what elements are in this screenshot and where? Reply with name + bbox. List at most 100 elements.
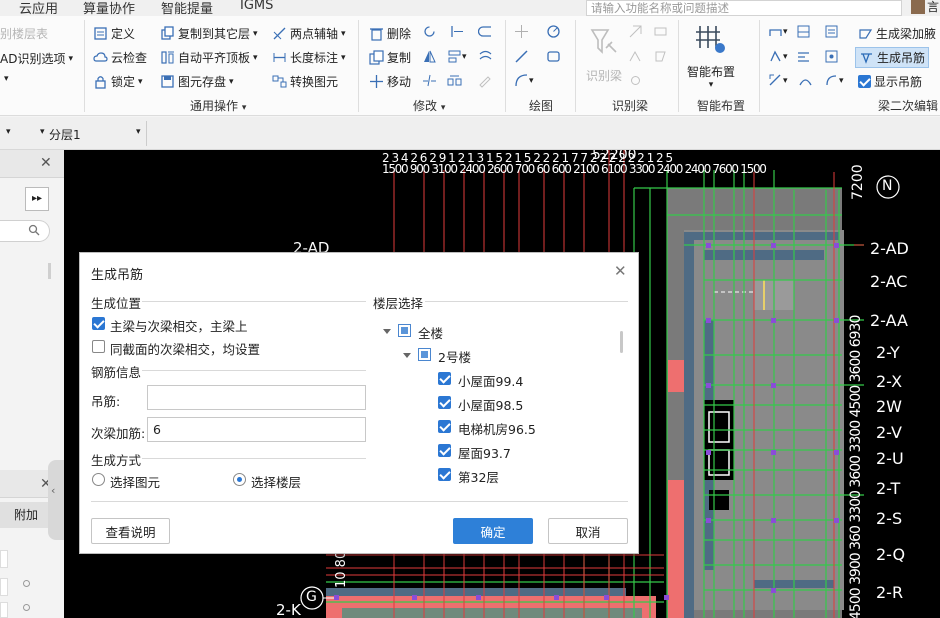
two-point-axis-button[interactable]: 两点辅轴 ▾ — [272, 25, 346, 42]
layer-dropdown-left[interactable]: ▾ — [6, 127, 11, 137]
help-button[interactable]: 查看说明 — [91, 518, 170, 544]
circle-draw-icon[interactable] — [546, 24, 561, 39]
secondary-bar-input[interactable]: 6 — [147, 417, 366, 442]
identify-beam-button[interactable]: 识别梁 — [586, 24, 622, 84]
beam-edit-icon-9[interactable]: ▾ — [824, 73, 844, 88]
array-icon[interactable] — [478, 49, 493, 64]
separator — [505, 20, 506, 112]
panel-expand-button[interactable]: ▸▸ — [25, 187, 49, 211]
close-icon[interactable]: ✕ — [614, 262, 627, 280]
cloud-check-button[interactable]: 云检查 — [93, 49, 147, 66]
cad-right-axis-label: 2-U — [876, 449, 904, 468]
avatar[interactable] — [911, 0, 925, 14]
beam-edit-icon-1[interactable]: ▾ — [768, 24, 788, 39]
layer-select[interactable]: 分层1 — [49, 126, 81, 143]
menu-collab[interactable]: 算量协作 — [83, 0, 135, 17]
element-storage-button[interactable]: 图元存盘 ▾ — [160, 73, 234, 90]
delete-button[interactable]: 删除 — [369, 25, 411, 42]
option-main-beam-checkbox[interactable] — [92, 317, 105, 330]
layer-select-arrow[interactable]: ▾ — [136, 127, 141, 137]
row-radio[interactable] — [23, 604, 30, 611]
identify-sub-icon-5 — [628, 73, 643, 88]
show-hanging-bar-checkbox[interactable] — [858, 75, 871, 88]
lock-button[interactable]: 锁定 ▾ — [93, 73, 143, 90]
tree-building-checkbox[interactable] — [418, 348, 431, 361]
smart-layout-button[interactable]: 智能布置 ▾ — [687, 22, 735, 90]
tree-floor-checkbox[interactable] — [438, 444, 451, 457]
line-draw-icon[interactable] — [514, 49, 529, 64]
extend-icon[interactable] — [450, 24, 465, 39]
search-input[interactable]: 请输入功能名称或问题描述 — [586, 0, 902, 16]
ribbon-floor-table[interactable]: 别楼层表 — [0, 25, 48, 42]
tree-floor-checkbox[interactable] — [438, 420, 451, 433]
tree-scrollbar[interactable] — [620, 331, 623, 353]
beam-edit-icon-8[interactable] — [798, 73, 813, 88]
ribbon-left-dropdown[interactable]: ▾ — [4, 74, 9, 84]
menu-smart-extract[interactable]: 智能提量 — [161, 0, 213, 17]
beam-edit-icon-2[interactable] — [796, 24, 811, 39]
gen-hanging-bar-dialog: 生成吊筋 ✕ 生成位置 主梁与次梁相交，主梁上 同截面的次梁相交，均设置 钢筋信… — [79, 252, 639, 554]
layer-chevron-icon: ▾ — [40, 127, 45, 137]
convert-element-button[interactable]: 转换图元 — [272, 73, 338, 90]
hanging-bar-label: 吊筋: — [91, 394, 121, 409]
ok-button[interactable]: 确定 — [453, 518, 533, 544]
method-select-element-radio[interactable] — [92, 473, 105, 486]
table-cell[interactable] — [0, 550, 8, 568]
identify-sub-icon-3 — [628, 49, 643, 64]
cad-axis-bubble: G — [306, 589, 317, 605]
beam-edit-icon-3[interactable] — [824, 24, 839, 39]
ribbon-ad-options[interactable]: AD识别选项 ▾ — [0, 50, 73, 67]
point-draw-icon[interactable] — [514, 24, 529, 39]
tree-floor-checkbox[interactable] — [438, 396, 451, 409]
break-icon[interactable] — [422, 73, 437, 88]
cad-right-dim-top: 7200 — [850, 164, 866, 200]
group-label-modify: 修改 ▾ — [413, 99, 446, 113]
copy-icon — [369, 50, 384, 65]
beam-edit-icon-7[interactable]: ▾ — [768, 73, 788, 88]
table-cell[interactable] — [0, 602, 8, 618]
gen-beam-haunch-button[interactable]: 生成梁加腋 — [858, 25, 936, 42]
close-icon[interactable]: ✕ — [40, 155, 52, 171]
copy-floor-icon — [160, 26, 175, 41]
smart-layout-icon — [694, 22, 728, 59]
cancel-button[interactable]: 取消 — [548, 518, 628, 544]
gen-hanging-bar-button[interactable]: 生成吊筋 — [855, 47, 930, 68]
tree-floor-label: 电梯机房96.5 — [458, 422, 536, 437]
beam-edit-icon-5[interactable] — [796, 49, 811, 64]
method-select-floor-radio[interactable] — [233, 473, 246, 486]
scrollbar[interactable] — [48, 263, 51, 279]
table-cell[interactable] — [0, 578, 8, 596]
tree-root-checkbox[interactable] — [398, 324, 411, 337]
move-button[interactable]: 移动 — [369, 73, 411, 90]
beam-edit-icon-6[interactable] — [824, 49, 839, 64]
tree-floor-label: 屋面93.7 — [458, 446, 511, 461]
copy-button[interactable]: 复制 — [369, 49, 411, 66]
arc-draw-icon[interactable]: ▾ — [514, 73, 534, 88]
beam-edit-icon-4[interactable]: ▾ — [768, 49, 788, 64]
tree-floor-checkbox[interactable] — [438, 468, 451, 481]
panel-search-input[interactable] — [0, 220, 50, 242]
menu-cloud-app[interactable]: 云应用 — [19, 0, 58, 17]
option-same-section-checkbox[interactable] — [92, 340, 105, 353]
show-hanging-bar-toggle[interactable]: 显示吊筋 — [858, 73, 922, 90]
rect-draw-icon[interactable] — [546, 49, 561, 64]
row-radio[interactable] — [23, 580, 30, 587]
rotate-icon[interactable] — [422, 24, 437, 39]
collapse-handle[interactable] — [48, 460, 64, 540]
hanging-bar-input[interactable] — [147, 385, 366, 410]
length-dim-button[interactable]: 长度标注 ▾ — [272, 49, 346, 66]
align-element-icon[interactable]: ▾ — [447, 49, 467, 64]
expand-caret-icon[interactable] — [403, 353, 411, 358]
offset-icon[interactable] — [478, 24, 493, 39]
tree-floor-checkbox[interactable] — [438, 372, 451, 385]
mirror-icon[interactable] — [422, 49, 437, 64]
auto-align-top-button[interactable]: 自动平齐顶板 ▾ — [160, 49, 258, 66]
define-icon — [93, 26, 108, 41]
cad-right-axis-label: 2-T — [876, 479, 901, 498]
chevron-left-icon: ‹ — [51, 484, 56, 497]
menu-igms[interactable]: IGMS — [240, 0, 273, 13]
copy-to-floor-button[interactable]: 复制到其它层 ▾ — [160, 25, 258, 42]
expand-caret-icon[interactable] — [383, 329, 391, 334]
merge-icon[interactable] — [447, 73, 462, 88]
define-button[interactable]: 定义 — [93, 25, 135, 42]
